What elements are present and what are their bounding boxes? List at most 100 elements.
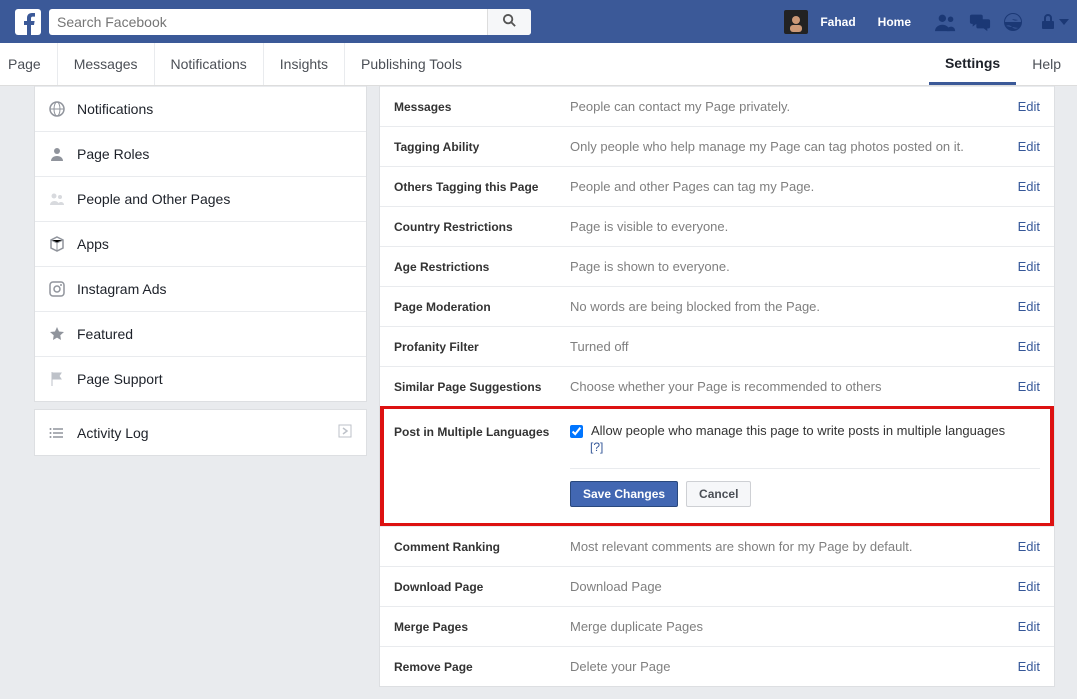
sidebar: Notifications Page Roles People and Othe… — [34, 86, 367, 456]
edit-link[interactable]: Edit — [1018, 579, 1040, 594]
edit-link[interactable]: Edit — [1018, 259, 1040, 274]
settings-row-label: Messages — [394, 100, 570, 114]
notifications-icon[interactable] — [1003, 12, 1023, 32]
nav-insights[interactable]: Insights — [264, 43, 345, 85]
settings-row: Profanity FilterTurned offEdit — [380, 326, 1054, 366]
settings-row-post-languages-expanded: Post in Multiple Languages Allow people … — [380, 406, 1054, 526]
settings-row-value: Most relevant comments are shown for my … — [570, 539, 1018, 554]
sidebar-item-people[interactable]: People and Other Pages — [35, 176, 366, 221]
sidebar-item-page-roles[interactable]: Page Roles — [35, 131, 366, 176]
nav-page[interactable]: Page — [0, 43, 58, 85]
settings-rows-after: Comment RankingMost relevant comments ar… — [380, 526, 1054, 686]
sidebar-activity-log[interactable]: Activity Log — [34, 409, 367, 456]
nav-settings[interactable]: Settings — [929, 43, 1016, 85]
page-nav: Page Messages Notifications Insights Pub… — [0, 43, 1077, 86]
sidebar-item-label: Page Roles — [77, 146, 149, 162]
settings-row-label: Profanity Filter — [394, 340, 570, 354]
sidebar-item-support[interactable]: Page Support — [35, 356, 366, 401]
top-icons — [935, 12, 1023, 32]
edit-link[interactable]: Edit — [1018, 379, 1040, 394]
settings-row: Country RestrictionsPage is visible to e… — [380, 206, 1054, 246]
settings-row-value: Page is visible to everyone. — [570, 219, 1018, 234]
topbar-right: Fahad Home — [784, 10, 1069, 34]
settings-rows-before: MessagesPeople can contact my Page priva… — [380, 86, 1054, 406]
settings-row-label: Download Page — [394, 580, 570, 594]
sidebar-item-notifications[interactable]: Notifications — [35, 86, 366, 131]
settings-row-value: Delete your Page — [570, 659, 1018, 674]
privacy-menu[interactable] — [1041, 14, 1069, 30]
option-row: Allow people who manage this page to wri… — [570, 423, 1040, 438]
help-link[interactable]: [?] — [590, 440, 1040, 454]
nav-messages[interactable]: Messages — [58, 43, 155, 85]
person-icon — [49, 146, 65, 162]
edit-link[interactable]: Edit — [1018, 99, 1040, 114]
settings-row-label: Remove Page — [394, 660, 570, 674]
nav-notifications[interactable]: Notifications — [155, 43, 264, 85]
edit-link[interactable]: Edit — [1018, 299, 1040, 314]
settings-row-value: Download Page — [570, 579, 1018, 594]
settings-row-label: Merge Pages — [394, 620, 570, 634]
settings-row-value: People can contact my Page privately. — [570, 99, 1018, 114]
settings-row: Similar Page SuggestionsChoose whether y… — [380, 366, 1054, 406]
settings-row-label: Age Restrictions — [394, 260, 570, 274]
edit-link[interactable]: Edit — [1018, 659, 1040, 674]
profile-link[interactable]: Fahad — [814, 15, 861, 29]
star-icon — [49, 326, 65, 342]
sidebar-item-label: People and Other Pages — [77, 191, 230, 207]
sidebar-activity-label: Activity Log — [77, 425, 149, 441]
sidebar-item-instagram[interactable]: Instagram Ads — [35, 266, 366, 311]
settings-row-value: Only people who help manage my Page can … — [570, 139, 1018, 154]
edit-link[interactable]: Edit — [1018, 539, 1040, 554]
edit-link[interactable]: Edit — [1018, 619, 1040, 634]
settings-row: Age RestrictionsPage is shown to everyon… — [380, 246, 1054, 286]
search-icon — [502, 13, 517, 31]
settings-row-value: Turned off — [570, 339, 1018, 354]
edit-link[interactable]: Edit — [1018, 179, 1040, 194]
checkbox-label: Allow people who manage this page to wri… — [591, 423, 1005, 438]
friend-requests-icon[interactable] — [935, 12, 957, 32]
save-button[interactable]: Save Changes — [570, 481, 678, 507]
settings-row-value: Merge duplicate Pages — [570, 619, 1018, 634]
search-button[interactable] — [487, 9, 531, 35]
sidebar-item-label: Featured — [77, 326, 133, 342]
box-icon — [49, 236, 65, 252]
list-icon — [49, 425, 65, 441]
home-link[interactable]: Home — [868, 15, 921, 29]
nav-publishing[interactable]: Publishing Tools — [345, 43, 478, 85]
flag-icon — [49, 371, 65, 387]
edit-link[interactable]: Edit — [1018, 339, 1040, 354]
settings-row-label: Similar Page Suggestions — [394, 380, 570, 394]
facebook-logo[interactable] — [15, 9, 41, 35]
settings-row-label: Tagging Ability — [394, 140, 570, 154]
settings-row: Comment RankingMost relevant comments ar… — [380, 526, 1054, 566]
settings-row-label: Others Tagging this Page — [394, 180, 570, 194]
topbar: Fahad Home — [0, 0, 1077, 43]
lock-icon — [1041, 14, 1055, 30]
sidebar-card: Notifications Page Roles People and Othe… — [34, 86, 367, 402]
allow-multilang-checkbox[interactable] — [570, 425, 583, 438]
sidebar-item-featured[interactable]: Featured — [35, 311, 366, 356]
enter-arrow-icon — [338, 424, 352, 441]
search-container — [49, 9, 531, 35]
messages-icon[interactable] — [969, 12, 991, 32]
settings-row-label: Comment Ranking — [394, 540, 570, 554]
instagram-icon — [49, 281, 65, 297]
sidebar-item-apps[interactable]: Apps — [35, 221, 366, 266]
globe-icon — [49, 101, 65, 117]
settings-row-label: Post in Multiple Languages — [394, 423, 570, 507]
avatar[interactable] — [784, 10, 808, 34]
settings-panel: MessagesPeople can contact my Page priva… — [379, 86, 1055, 687]
edit-link[interactable]: Edit — [1018, 139, 1040, 154]
nav-help[interactable]: Help — [1016, 43, 1077, 85]
settings-row-value: Page is shown to everyone. — [570, 259, 1018, 274]
people-icon — [49, 191, 65, 207]
divider — [570, 468, 1040, 469]
edit-link[interactable]: Edit — [1018, 219, 1040, 234]
sidebar-item-label: Notifications — [77, 101, 153, 117]
cancel-button[interactable]: Cancel — [686, 481, 751, 507]
settings-row: Merge PagesMerge duplicate PagesEdit — [380, 606, 1054, 646]
settings-row: Remove PageDelete your PageEdit — [380, 646, 1054, 686]
search-input[interactable] — [49, 14, 487, 30]
sidebar-item-label: Apps — [77, 236, 109, 252]
sidebar-item-label: Instagram Ads — [77, 281, 167, 297]
